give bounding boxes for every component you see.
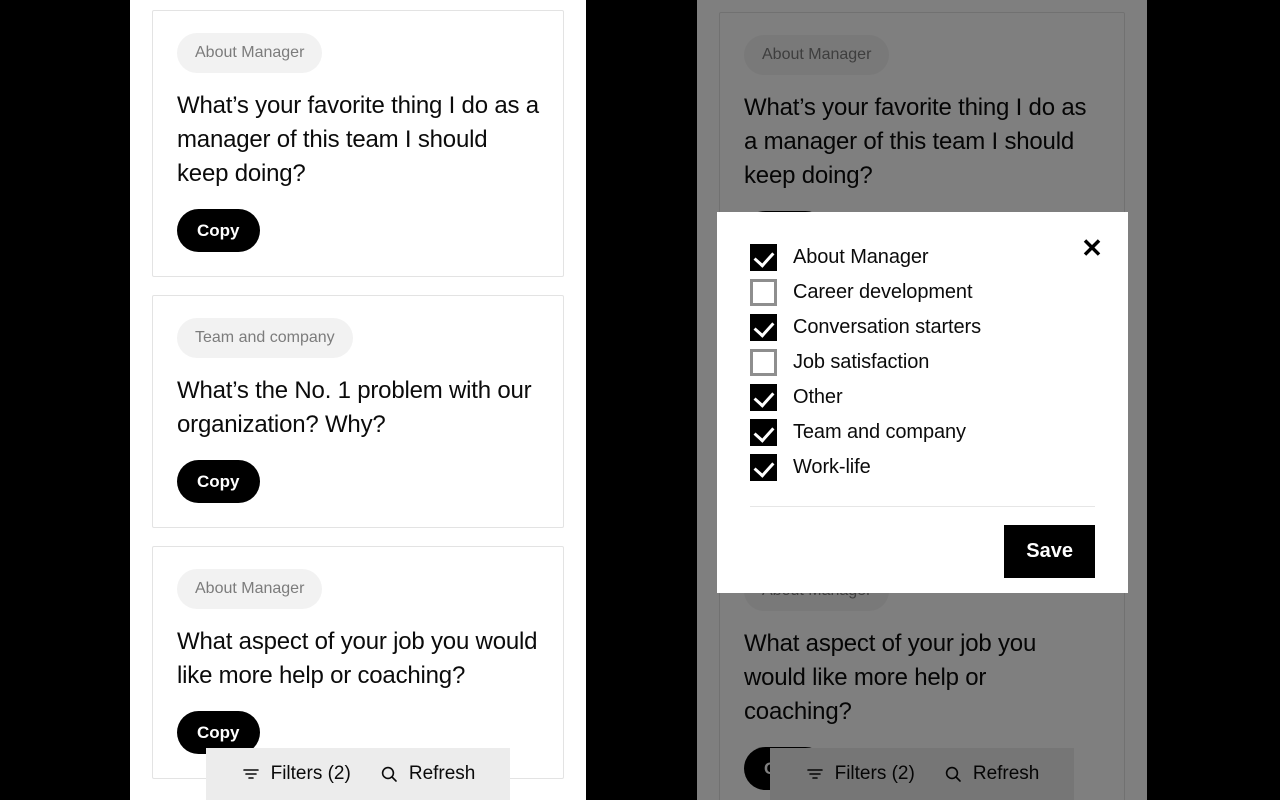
question-text: What’s your favorite thing I do as a man… — [177, 92, 539, 187]
refresh-button[interactable]: Refresh — [379, 763, 476, 785]
dialog-footer: Save — [750, 525, 1095, 578]
option-label: About Manager — [793, 246, 929, 268]
option-row-team-and-company[interactable]: Team and company — [750, 415, 1095, 450]
checkbox-checked-icon[interactable] — [750, 454, 777, 481]
option-row-career-development[interactable]: Career development — [750, 275, 1095, 310]
category-tag: About Manager — [177, 569, 323, 609]
refresh-label: Refresh — [408, 763, 476, 784]
search-icon — [379, 764, 399, 784]
screen: About Manager What’s your favorite thing… — [0, 0, 1280, 800]
option-row-about-manager[interactable]: About Manager — [750, 240, 1095, 275]
filter-categories-dialog: ✕ About Manager Career development Conve… — [717, 212, 1128, 593]
option-label: Other — [793, 386, 843, 408]
option-row-work-life[interactable]: Work-life — [750, 450, 1095, 485]
question-card: About Manager What aspect of your job yo… — [152, 546, 564, 779]
option-label: Team and company — [793, 421, 966, 443]
copy-button[interactable]: Copy — [177, 460, 260, 503]
checkbox-unchecked-icon[interactable] — [750, 349, 777, 376]
category-options-list: About Manager Career development Convers… — [750, 240, 1095, 485]
divider — [750, 506, 1095, 507]
category-tag: About Manager — [177, 33, 323, 73]
save-button[interactable]: Save — [1004, 525, 1095, 578]
question-text: What aspect of your job you would like m… — [177, 628, 538, 689]
checkbox-checked-icon[interactable] — [750, 244, 777, 271]
questions-panel-left: About Manager What’s your favorite thing… — [130, 0, 586, 800]
option-label: Work-life — [793, 456, 871, 478]
checkbox-checked-icon[interactable] — [750, 419, 777, 446]
question-card: About Manager What’s your favorite thing… — [152, 10, 564, 277]
question-card: Team and company What’s the No. 1 proble… — [152, 295, 564, 528]
question-text: What’s the No. 1 problem with our organi… — [177, 377, 532, 438]
category-tag: Team and company — [177, 318, 353, 358]
questions-list-left: About Manager What’s your favorite thing… — [130, 0, 586, 800]
checkbox-unchecked-icon[interactable] — [750, 279, 777, 306]
filters-button[interactable]: Filters (2) — [241, 763, 351, 785]
filter-icon — [241, 764, 261, 784]
option-label: Career development — [793, 281, 973, 303]
option-label: Conversation starters — [793, 316, 981, 338]
checkbox-checked-icon[interactable] — [750, 384, 777, 411]
filters-label: Filters (2) — [270, 763, 351, 784]
checkbox-checked-icon[interactable] — [750, 314, 777, 341]
bottom-toolbar: Filters (2) Refresh — [206, 748, 510, 800]
option-label: Job satisfaction — [793, 351, 930, 373]
option-row-other[interactable]: Other — [750, 380, 1095, 415]
close-icon[interactable]: ✕ — [1078, 234, 1106, 262]
option-row-job-satisfaction[interactable]: Job satisfaction — [750, 345, 1095, 380]
option-row-conversation-starters[interactable]: Conversation starters — [750, 310, 1095, 345]
copy-button[interactable]: Copy — [177, 209, 260, 252]
